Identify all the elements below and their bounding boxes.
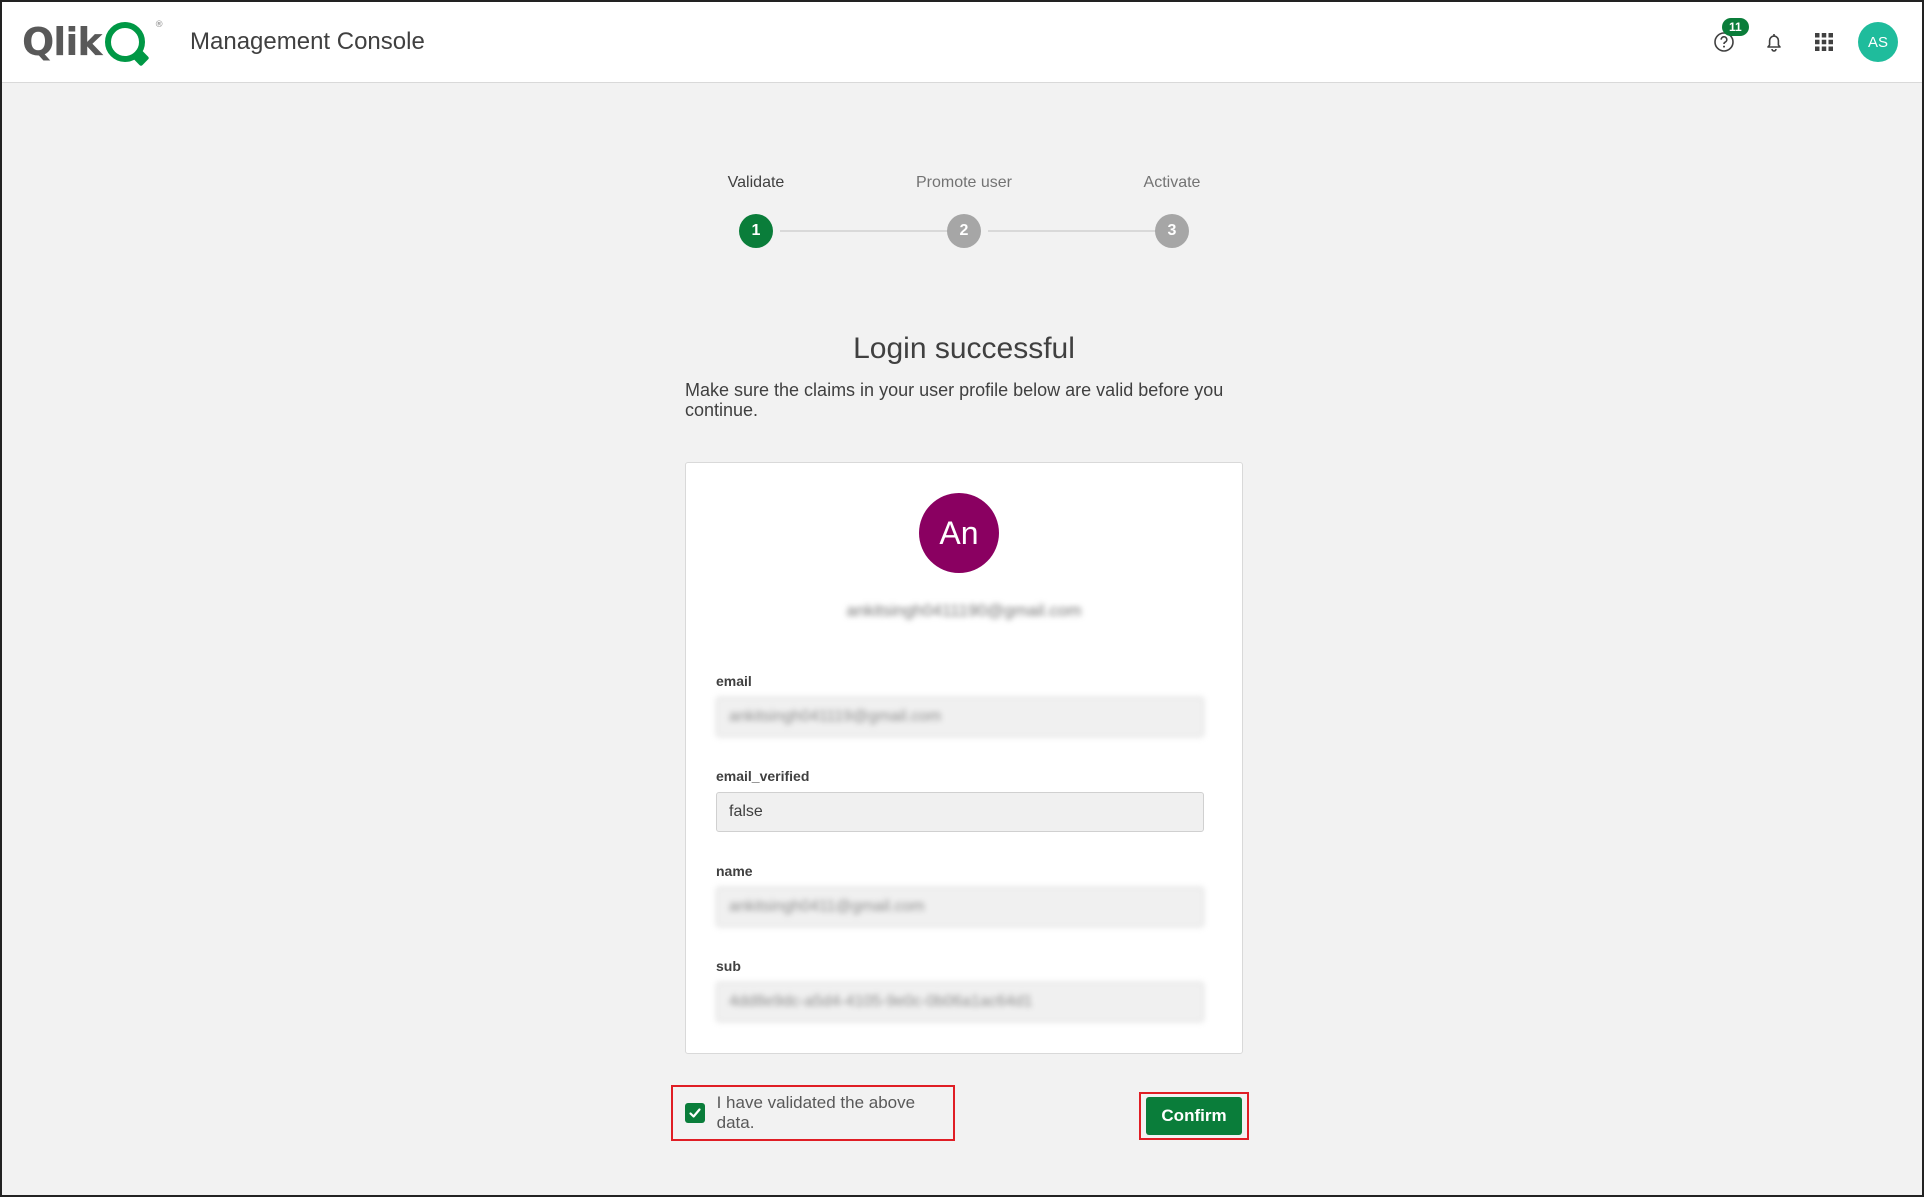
apps-menu-button[interactable] [1804,22,1844,62]
email-field[interactable] [716,697,1204,737]
validation-checkbox-row[interactable]: I have validated the above data. [671,1085,955,1141]
app-title: Management Console [190,28,425,55]
confirm-button[interactable]: Confirm [1146,1097,1242,1135]
step-label-promote-user: Promote user [915,174,1013,191]
step-label-validate: Validate [727,174,785,191]
step-label-activate: Activate [1143,174,1201,191]
field-label-name: name [716,863,753,879]
email-verified-field[interactable] [716,792,1204,832]
qlik-logo[interactable]: Qlik ® [22,20,164,64]
stepper: Validate Promote user Activate 1 2 3 [670,172,1258,252]
notifications-button[interactable] [1754,22,1794,62]
profile-avatar: An [919,493,999,573]
step-connector [988,230,1160,232]
user-profile-card: An ankitsingh0411190@gmail.com email ema… [685,462,1243,1054]
sub-field[interactable] [716,982,1204,1022]
profile-email: ankitsingh0411190@gmail.com [846,601,1082,620]
field-label-email: email [716,673,752,689]
apps-grid-icon [1815,33,1833,51]
step-circle-3: 3 [1155,214,1189,248]
top-icons: 11 AS [1694,18,1898,62]
page-description: Make sure the claims in your user profil… [685,380,1224,420]
field-label-email-verified: email_verified [716,768,810,784]
field-label-sub: sub [716,958,741,974]
bell-icon [1767,34,1781,52]
page-heading: Login successful [853,332,1075,365]
help-button[interactable]: 11 [1704,18,1749,62]
name-field[interactable] [716,887,1204,927]
logo-registered-mark: ® [154,20,164,30]
logo-text: Qlik [22,20,103,64]
step-circle-1: 1 [739,214,773,248]
logo-q-mark-icon [104,22,145,62]
validation-checkbox-label: I have validated the above data. [716,1093,916,1132]
confirm-button-highlight: Confirm [1139,1092,1249,1140]
top-bar: Qlik ® Management Console 11 AS [2,2,1922,83]
step-connector [780,230,952,232]
checkmark-icon [689,1108,701,1118]
step-circle-2: 2 [947,214,981,248]
help-badge: 11 [1722,18,1749,36]
validation-checkbox[interactable] [685,1103,705,1123]
user-avatar[interactable]: AS [1858,22,1898,62]
